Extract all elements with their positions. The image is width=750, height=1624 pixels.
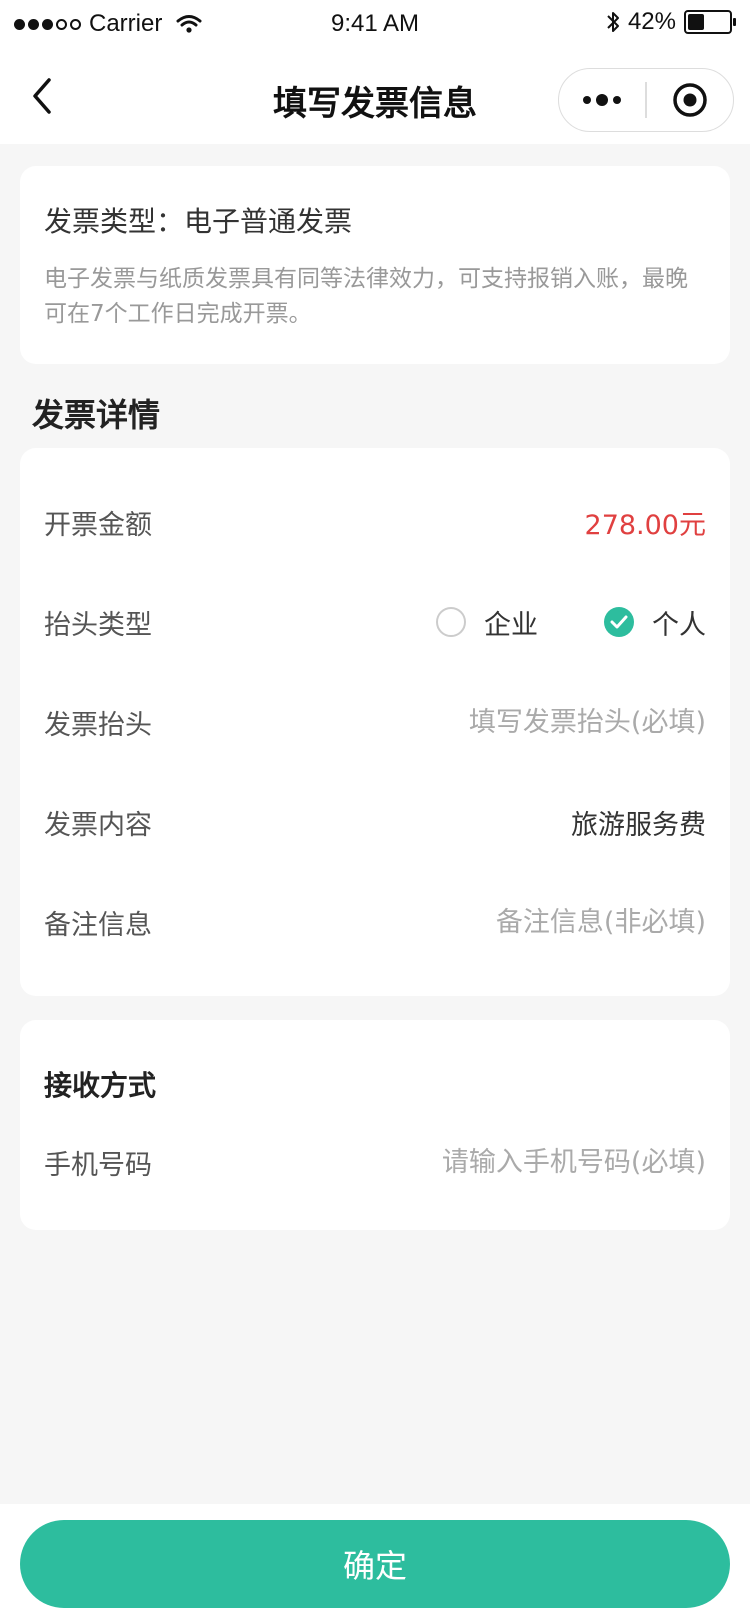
- header-type-label: 抬头类型: [44, 609, 152, 641]
- close-button[interactable]: [647, 69, 733, 131]
- invoice-content-label: 发票内容: [44, 809, 152, 841]
- nav-bar: 填写发票信息: [0, 48, 750, 144]
- invoice-content-value: 旅游服务费: [571, 809, 706, 841]
- invoice-header-input[interactable]: [346, 706, 706, 738]
- invoice-type-title: 发票类型：电子普通发票: [44, 205, 353, 238]
- status-bar: Carrier 9:41 AM 42%: [0, 0, 750, 48]
- invoice-header-label: 发票抬头: [44, 709, 152, 741]
- radio-company-label: 企业: [484, 609, 538, 641]
- radio-company[interactable]: 企业: [436, 603, 538, 642]
- mini-program-capsule: [558, 68, 734, 132]
- bluetooth-icon: [607, 12, 619, 32]
- invoice-content-row: 发票内容 旅游服务费: [44, 792, 706, 852]
- receive-method-card: 接收方式 手机号码: [20, 1020, 730, 1230]
- confirm-button[interactable]: 确定: [20, 1520, 730, 1608]
- header-type-radio-group: 企业 个人: [436, 603, 706, 642]
- radio-unchecked-icon: [436, 607, 466, 637]
- invoice-type-description: 电子发票与纸质发票具有同等法律效力，可支持报销入账，最晚可在7个工作日完成开票。: [44, 266, 688, 327]
- phone-input[interactable]: [346, 1146, 706, 1178]
- remark-input[interactable]: [346, 906, 706, 938]
- bottom-bar: 确定: [0, 1504, 750, 1624]
- amount-row: 开票金额 278.00元: [44, 492, 706, 552]
- phone-label: 手机号码: [44, 1149, 152, 1181]
- invoice-header-row: 发票抬头: [44, 692, 706, 752]
- remark-row: 备注信息: [44, 892, 706, 952]
- receive-method-title: 接收方式: [44, 1069, 157, 1102]
- remark-label: 备注信息: [44, 909, 152, 941]
- header-type-row: 抬头类型 企业 个人: [44, 592, 706, 652]
- target-circle-icon: [672, 83, 707, 117]
- battery-icon: [684, 10, 736, 34]
- invoice-type-card: 发票类型：电子普通发票 电子发票与纸质发票具有同等法律效力，可支持报销入账，最晚…: [20, 166, 730, 364]
- invoice-details-card: 开票金额 278.00元 抬头类型 企业 个人 发票抬头 发票内容 旅游服务: [20, 448, 730, 996]
- radio-personal[interactable]: 个人: [604, 603, 706, 642]
- phone-row: 手机号码: [44, 1132, 706, 1192]
- amount-label: 开票金额: [44, 509, 152, 541]
- battery-percent: 42%: [627, 8, 676, 35]
- radio-checked-icon: [604, 607, 634, 637]
- amount-value: 278.00元: [584, 509, 706, 541]
- more-button[interactable]: [559, 69, 645, 131]
- details-section-title: 发票详情: [32, 396, 161, 434]
- radio-personal-label: 个人: [652, 609, 706, 641]
